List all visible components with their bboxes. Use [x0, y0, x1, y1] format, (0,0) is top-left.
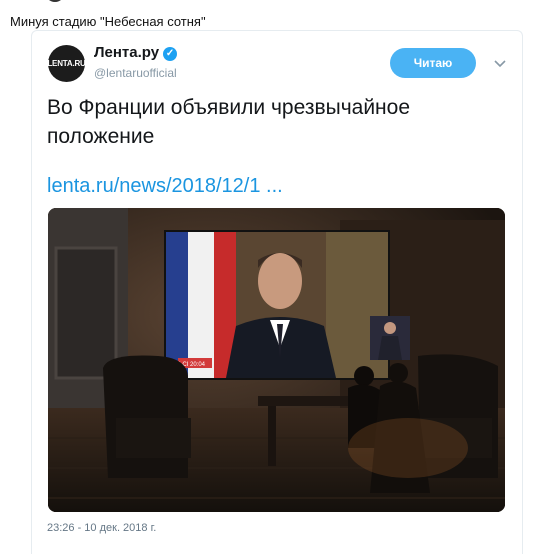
author-name: Лента.ру: [94, 44, 160, 61]
verified-badge-icon: ✓: [163, 47, 178, 61]
avatar[interactable]: LENTA.RU: [47, 45, 86, 82]
top-edge-shape: [45, 0, 65, 2]
tweet-timestamp[interactable]: 23:26 - 10 дек. 2018 г.: [47, 522, 156, 534]
post-caption: Минуя стадию "Небесная сотня": [10, 14, 206, 29]
tweet-link[interactable]: lenta.ru/news/2018/12/1 ...: [47, 175, 283, 198]
author-name-row[interactable]: Лента.ру ✓: [94, 44, 178, 61]
tweet-text: Во Франции объявили чрезвычайное положен…: [47, 96, 410, 148]
chevron-down-icon[interactable]: [492, 55, 508, 71]
follow-button[interactable]: Читаю: [390, 48, 476, 78]
tweet-media-photo[interactable]: LCI 20:04: [48, 208, 505, 512]
embedded-tweet: LENTA.RU Лента.ру ✓ @lentaruofficial Чита…: [31, 30, 523, 554]
photo-illustration: LCI 20:04: [48, 208, 505, 512]
avatar-logo-text: LENTA.RU: [47, 59, 86, 68]
author-handle[interactable]: @lentaruofficial: [94, 66, 177, 80]
